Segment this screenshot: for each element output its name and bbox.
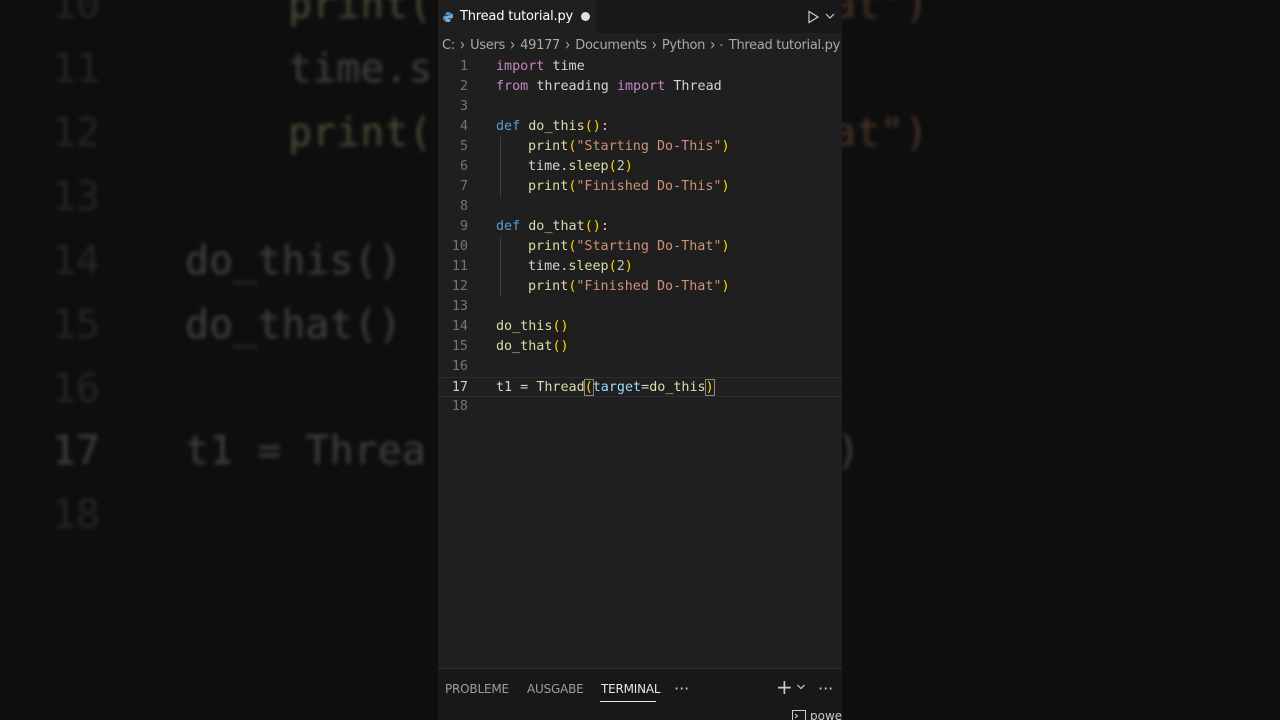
bg-line-number: 17 xyxy=(51,428,100,474)
active-tab-indicator xyxy=(600,701,656,702)
chevron-down-icon[interactable] xyxy=(796,682,806,692)
code-line: 7 print("Finished Do-This") xyxy=(438,177,842,197)
breadcrumb-item[interactable]: C: xyxy=(438,38,457,53)
code-line-current: 17 t1 = Thread(target=do_this) xyxy=(438,377,842,397)
code-line: 18 xyxy=(438,397,842,417)
breadcrumb-item[interactable]: Python xyxy=(660,38,707,53)
terminal-icon xyxy=(792,710,806,720)
chevron-right-icon: › xyxy=(509,35,516,55)
bg-line-number: 14 xyxy=(51,238,100,284)
code-line: 1 import time xyxy=(438,57,842,77)
code-line: 11 time.sleep(2) xyxy=(438,257,842,277)
line-number: 15 xyxy=(451,339,468,354)
code-line: 10 print("Starting Do-That") xyxy=(438,237,842,257)
code-line: 13 xyxy=(438,297,842,317)
tab-terminal[interactable]: TERMINAL xyxy=(601,682,661,696)
unsaved-dot-icon[interactable] xyxy=(581,12,590,21)
breadcrumb-item[interactable]: Thread tutorial.py xyxy=(727,38,842,53)
line-number: 12 xyxy=(451,279,468,294)
line-number: 7 xyxy=(459,179,468,194)
plus-icon[interactable]: + xyxy=(776,677,793,697)
chevron-right-icon: › xyxy=(651,35,657,55)
bg-line-number: 11 xyxy=(51,46,100,92)
bg-line-number: 18 xyxy=(51,492,100,538)
bg-line-number: 15 xyxy=(51,302,100,348)
bg-code-tail: at") xyxy=(832,110,929,156)
line-number: 6 xyxy=(459,159,468,174)
breadcrumb-item[interactable]: Documents xyxy=(573,38,648,53)
editor-window: Thread tutorial.py C: › Users › 49177 › … xyxy=(438,0,842,720)
line-number: 16 xyxy=(451,359,468,374)
bg-line-number: 13 xyxy=(51,174,100,220)
bg-code-tail: at") xyxy=(832,0,929,28)
python-file-icon xyxy=(720,43,723,47)
tab-label: Thread tutorial.py xyxy=(460,9,573,24)
code-line: 14 do_this() xyxy=(438,317,842,337)
code-line: 16 xyxy=(438,357,842,377)
terminal-name: powe xyxy=(810,709,842,720)
chevron-right-icon: › xyxy=(459,35,466,55)
code-line: 15 do_that() xyxy=(438,337,842,357)
tab-ausgabe[interactable]: AUSGABE xyxy=(527,682,584,696)
bg-code-line: do_that() xyxy=(185,302,402,348)
bg-code-line: t1 = Threa xyxy=(185,428,426,474)
breadcrumb: C: › Users › 49177 › Documents › Python … xyxy=(438,33,842,57)
code-line: 2 from threading import Thread xyxy=(438,77,842,97)
chevron-right-icon: › xyxy=(710,35,716,55)
breadcrumb-item[interactable]: Users xyxy=(468,38,507,53)
code-line: 9 def do_that(): xyxy=(438,217,842,237)
tab-probleme[interactable]: PROBLEME xyxy=(445,682,509,696)
line-number: 10 xyxy=(451,239,468,254)
chevron-right-icon: › xyxy=(565,35,571,55)
line-number: 2 xyxy=(459,79,468,94)
line-number: 4 xyxy=(459,119,468,134)
code-line: 8 xyxy=(438,197,842,217)
line-number: 11 xyxy=(451,259,468,274)
bg-code-line: do_this() xyxy=(185,238,402,284)
line-number: 3 xyxy=(459,99,468,114)
more-icon[interactable]: ··· xyxy=(818,679,833,698)
bg-code-line: time.s xyxy=(288,46,433,92)
breadcrumb-item[interactable]: 49177 xyxy=(518,38,562,53)
terminal-instance[interactable]: powe xyxy=(792,709,842,720)
line-number: 14 xyxy=(451,319,468,334)
code-line: 6 time.sleep(2) xyxy=(438,157,842,177)
bg-line-number: 12 xyxy=(51,110,100,156)
line-number: 5 xyxy=(459,139,468,154)
line-number: 17 xyxy=(451,380,468,395)
bg-line-number: 10 xyxy=(51,0,100,28)
code-line: 4 def do_this(): xyxy=(438,117,842,137)
more-icon[interactable]: ··· xyxy=(674,679,689,698)
line-number: 13 xyxy=(451,299,468,314)
python-file-icon xyxy=(443,11,453,22)
bottom-panel: PROBLEME AUSGABE TERMINAL ··· + ··· powe xyxy=(438,668,842,720)
tab-thread-tutorial[interactable]: Thread tutorial.py xyxy=(438,0,596,33)
code-line: 5 print("Starting Do-This") xyxy=(438,137,842,157)
line-number: 8 xyxy=(459,199,468,214)
line-number: 9 xyxy=(459,219,468,234)
bg-line-number: 16 xyxy=(51,366,100,412)
run-icon[interactable] xyxy=(805,9,821,25)
line-number: 1 xyxy=(459,59,468,74)
code-line: 3 xyxy=(438,97,842,117)
bg-code-line: print( xyxy=(288,110,433,156)
chevron-down-icon[interactable] xyxy=(824,10,836,22)
code-line: 12 print("Finished Do-That") xyxy=(438,277,842,297)
line-number: 18 xyxy=(451,399,468,414)
bg-code-line: print( xyxy=(288,0,433,28)
tab-bar: Thread tutorial.py xyxy=(438,0,842,33)
